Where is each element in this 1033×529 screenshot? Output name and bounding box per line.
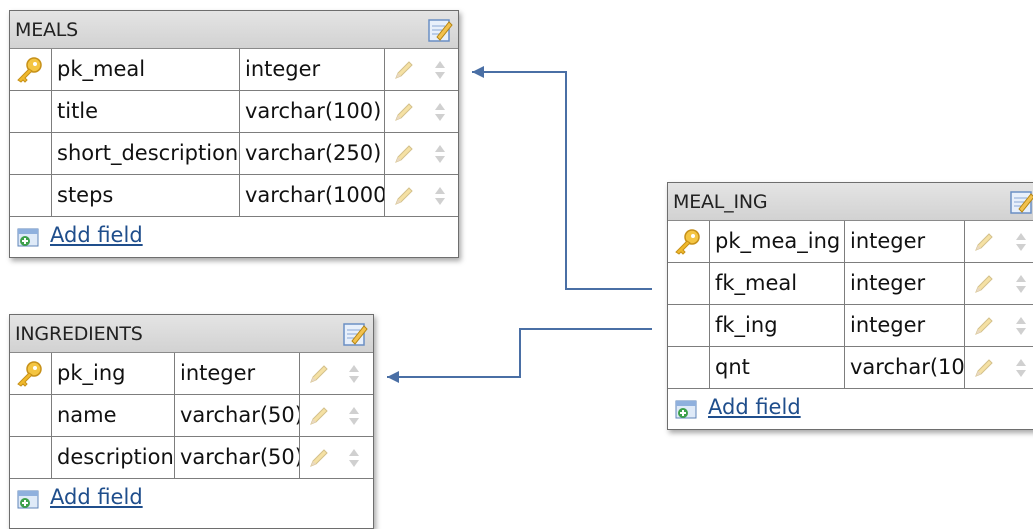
reorder-arrows-icon[interactable] bbox=[348, 447, 360, 469]
field-name[interactable]: qnt bbox=[710, 347, 845, 388]
table-header[interactable]: INGREDIENTS bbox=[10, 315, 373, 353]
key-cell bbox=[10, 175, 52, 216]
field-type[interactable]: varchar(100) bbox=[240, 91, 385, 132]
field-row[interactable]: steps varchar(1000) bbox=[10, 175, 458, 217]
table-title: MEAL_ING bbox=[673, 191, 768, 213]
add-field-icon[interactable] bbox=[17, 228, 41, 248]
key-cell bbox=[10, 91, 52, 132]
primary-key-icon bbox=[17, 57, 42, 83]
field-type[interactable]: varchar(50) bbox=[175, 437, 300, 478]
edit-field-pencil-icon[interactable] bbox=[973, 315, 995, 337]
add-field-link[interactable]: Add field bbox=[50, 223, 143, 247]
field-name[interactable]: pk_mea_ing bbox=[710, 221, 845, 262]
edit-field-pencil-icon[interactable] bbox=[308, 447, 330, 469]
key-cell bbox=[668, 221, 710, 262]
reorder-arrows-icon[interactable] bbox=[1015, 231, 1027, 253]
table-footer: Add field bbox=[668, 389, 1033, 429]
table-header[interactable]: MEALS bbox=[10, 11, 458, 49]
edit-field-pencil-icon[interactable] bbox=[973, 273, 995, 295]
primary-key-icon bbox=[17, 361, 42, 387]
table-title: INGREDIENTS bbox=[15, 323, 143, 345]
key-cell bbox=[10, 353, 52, 394]
add-field-icon[interactable] bbox=[675, 400, 699, 420]
edit-field-pencil-icon[interactable] bbox=[393, 59, 415, 81]
relation-line-meals[interactable] bbox=[472, 66, 652, 290]
table-header[interactable]: MEAL_ING bbox=[668, 183, 1033, 221]
table-title: MEALS bbox=[15, 19, 79, 41]
field-list: pk_meal integer title varchar(100) short… bbox=[10, 49, 458, 217]
table-ingredients[interactable]: INGREDIENTS pk_ing integer name varchar(… bbox=[9, 314, 374, 529]
field-row[interactable]: name varchar(50) bbox=[10, 395, 373, 437]
edit-field-pencil-icon[interactable] bbox=[393, 143, 415, 165]
relation-line-ingredients[interactable] bbox=[387, 328, 652, 383]
primary-key-icon bbox=[675, 229, 700, 255]
field-type[interactable]: varchar(10) bbox=[845, 347, 965, 388]
reorder-arrows-icon[interactable] bbox=[1015, 273, 1027, 295]
field-name[interactable]: name bbox=[52, 395, 175, 436]
field-type[interactable]: integer bbox=[845, 221, 965, 262]
field-row[interactable]: pk_meal integer bbox=[10, 49, 458, 91]
field-row[interactable]: fk_ing integer bbox=[668, 305, 1033, 347]
reorder-arrows-icon[interactable] bbox=[348, 405, 360, 427]
key-cell bbox=[10, 395, 52, 436]
field-row[interactable]: fk_meal integer bbox=[668, 263, 1033, 305]
field-type[interactable]: integer bbox=[240, 49, 385, 90]
field-row[interactable]: pk_ing integer bbox=[10, 353, 373, 395]
field-name[interactable]: description bbox=[52, 437, 175, 478]
key-cell bbox=[10, 133, 52, 174]
add-field-link[interactable]: Add field bbox=[50, 485, 143, 509]
key-cell bbox=[668, 347, 710, 388]
field-name[interactable]: pk_meal bbox=[52, 49, 240, 90]
key-cell bbox=[10, 49, 52, 90]
edit-table-icon[interactable] bbox=[342, 320, 369, 347]
edit-field-pencil-icon[interactable] bbox=[308, 363, 330, 385]
add-field-icon[interactable] bbox=[17, 490, 41, 510]
field-type[interactable]: integer bbox=[845, 305, 965, 346]
edit-field-pencil-icon[interactable] bbox=[308, 405, 330, 427]
field-type[interactable]: integer bbox=[845, 263, 965, 304]
reorder-arrows-icon[interactable] bbox=[434, 143, 446, 165]
table-footer: Add field bbox=[10, 217, 458, 257]
edit-field-pencil-icon[interactable] bbox=[393, 101, 415, 123]
field-name[interactable]: short_description bbox=[52, 133, 240, 174]
key-cell bbox=[10, 437, 52, 478]
field-row[interactable]: short_description varchar(250) bbox=[10, 133, 458, 175]
edit-field-pencil-icon[interactable] bbox=[973, 357, 995, 379]
field-name[interactable]: fk_meal bbox=[710, 263, 845, 304]
field-type[interactable]: integer bbox=[175, 353, 300, 394]
field-row[interactable]: description varchar(50) bbox=[10, 437, 373, 479]
reorder-arrows-icon[interactable] bbox=[434, 101, 446, 123]
field-row[interactable]: pk_mea_ing integer bbox=[668, 221, 1033, 263]
table-meal-ing[interactable]: MEAL_ING pk_mea_ing integer fk_meal inte… bbox=[667, 182, 1033, 430]
field-type[interactable]: varchar(250) bbox=[240, 133, 385, 174]
field-name[interactable]: fk_ing bbox=[710, 305, 845, 346]
reorder-arrows-icon[interactable] bbox=[434, 59, 446, 81]
edit-field-pencil-icon[interactable] bbox=[393, 185, 415, 207]
add-field-link[interactable]: Add field bbox=[708, 395, 801, 419]
field-name[interactable]: title bbox=[52, 91, 240, 132]
key-cell bbox=[668, 305, 710, 346]
reorder-arrows-icon[interactable] bbox=[1015, 357, 1027, 379]
field-list: pk_mea_ing integer fk_meal integer fk_in… bbox=[668, 221, 1033, 389]
field-name[interactable]: pk_ing bbox=[52, 353, 175, 394]
field-type[interactable]: varchar(1000) bbox=[240, 175, 385, 216]
field-type[interactable]: varchar(50) bbox=[175, 395, 300, 436]
key-cell bbox=[668, 263, 710, 304]
edit-field-pencil-icon[interactable] bbox=[973, 231, 995, 253]
field-row[interactable]: qnt varchar(10) bbox=[668, 347, 1033, 389]
table-meals[interactable]: MEALS pk_meal integer title varchar(100)… bbox=[9, 10, 459, 258]
reorder-arrows-icon[interactable] bbox=[348, 363, 360, 385]
field-list: pk_ing integer name varchar(50) descript… bbox=[10, 353, 373, 479]
table-footer: Add field bbox=[10, 479, 373, 519]
edit-table-icon[interactable] bbox=[1009, 188, 1033, 215]
field-row[interactable]: title varchar(100) bbox=[10, 91, 458, 133]
reorder-arrows-icon[interactable] bbox=[434, 185, 446, 207]
field-name[interactable]: steps bbox=[52, 175, 240, 216]
edit-table-icon[interactable] bbox=[427, 16, 454, 43]
reorder-arrows-icon[interactable] bbox=[1015, 315, 1027, 337]
